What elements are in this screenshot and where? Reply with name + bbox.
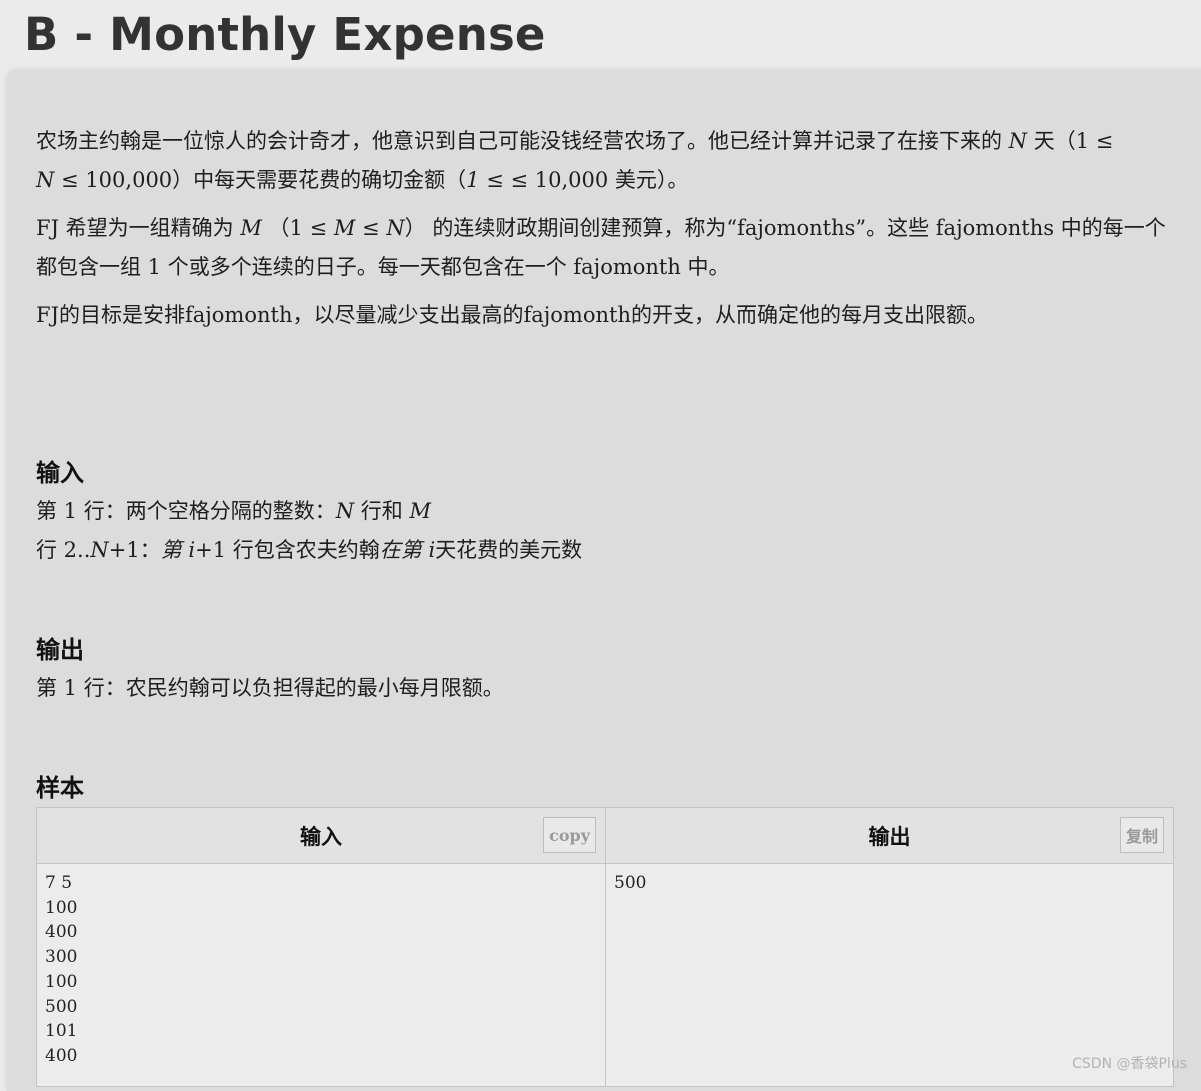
copy-input-button[interactable]: copy bbox=[543, 817, 596, 853]
output-spec-line-1: 第 1 行：农民约翰可以负担得起的最小每月限额。 bbox=[36, 676, 504, 700]
input-spec-line-1: 第 1 行：两个空格分隔的整数：N 行和 M bbox=[36, 499, 431, 523]
var-n: N bbox=[386, 216, 405, 240]
sample-input-header: 输入 copy bbox=[37, 808, 606, 864]
copy-output-button[interactable]: 复制 bbox=[1119, 817, 1164, 853]
var-m: M bbox=[409, 499, 431, 523]
description-paragraph-2: FJ 希望为一组精确为 M （1 ≤ M ≤ N） 的连续财政期间创建预算，称为… bbox=[36, 216, 1166, 279]
italic-text: 第 i bbox=[160, 538, 196, 562]
watermark: CSDN @香袋Plus bbox=[1072, 1056, 1187, 1072]
var-n: N bbox=[90, 538, 109, 562]
sample-heading: 样本 bbox=[36, 774, 84, 802]
input-spec-line-2: 行 2..N+1：第 i+1 行包含农夫约翰在第 i天花费的美元数 bbox=[36, 538, 583, 562]
italic-text: 在第 i bbox=[379, 538, 436, 562]
var-n: N bbox=[1008, 129, 1028, 153]
sample-input-header-label: 输入 bbox=[300, 824, 342, 849]
output-spec: 第 1 行：农民约翰可以负担得起的最小每月限额。 bbox=[36, 669, 1176, 708]
input-heading: 输入 bbox=[36, 459, 84, 487]
var-m: M bbox=[333, 216, 356, 240]
sample-output-header-label: 输出 bbox=[868, 824, 911, 849]
output-heading: 输出 bbox=[36, 636, 84, 664]
sample-table: 输入 copy 输出 复制 7 5 100 400 300 100 500 10… bbox=[36, 807, 1174, 1087]
description-paragraph-3: FJ的目标是安排fajomonth，以尽量减少支出最高的fajomonth的开支… bbox=[36, 303, 988, 327]
description-paragraph-1: 农场主约翰是一位惊人的会计奇才，他意识到自己可能没钱经营农场了。他已经计算并记录… bbox=[36, 129, 1114, 192]
var-n: N bbox=[36, 168, 55, 192]
input-spec: 第 1 行：两个空格分隔的整数：N 行和 M 行 2..N+1：第 i+1 行包… bbox=[36, 492, 1176, 570]
var-m: M bbox=[240, 216, 262, 240]
var-n: N bbox=[335, 499, 355, 523]
page-title: B - Monthly Expense bbox=[24, 8, 546, 61]
sample-input-text[interactable]: 7 5 100 400 300 100 500 101 400 bbox=[37, 864, 606, 1086]
sample-output-header: 输出 复制 bbox=[606, 808, 1173, 864]
problem-description: 农场主约翰是一位惊人的会计奇才，他意识到自己可能没钱经营农场了。他已经计算并记录… bbox=[36, 122, 1186, 335]
math-one: 1 bbox=[466, 168, 480, 192]
